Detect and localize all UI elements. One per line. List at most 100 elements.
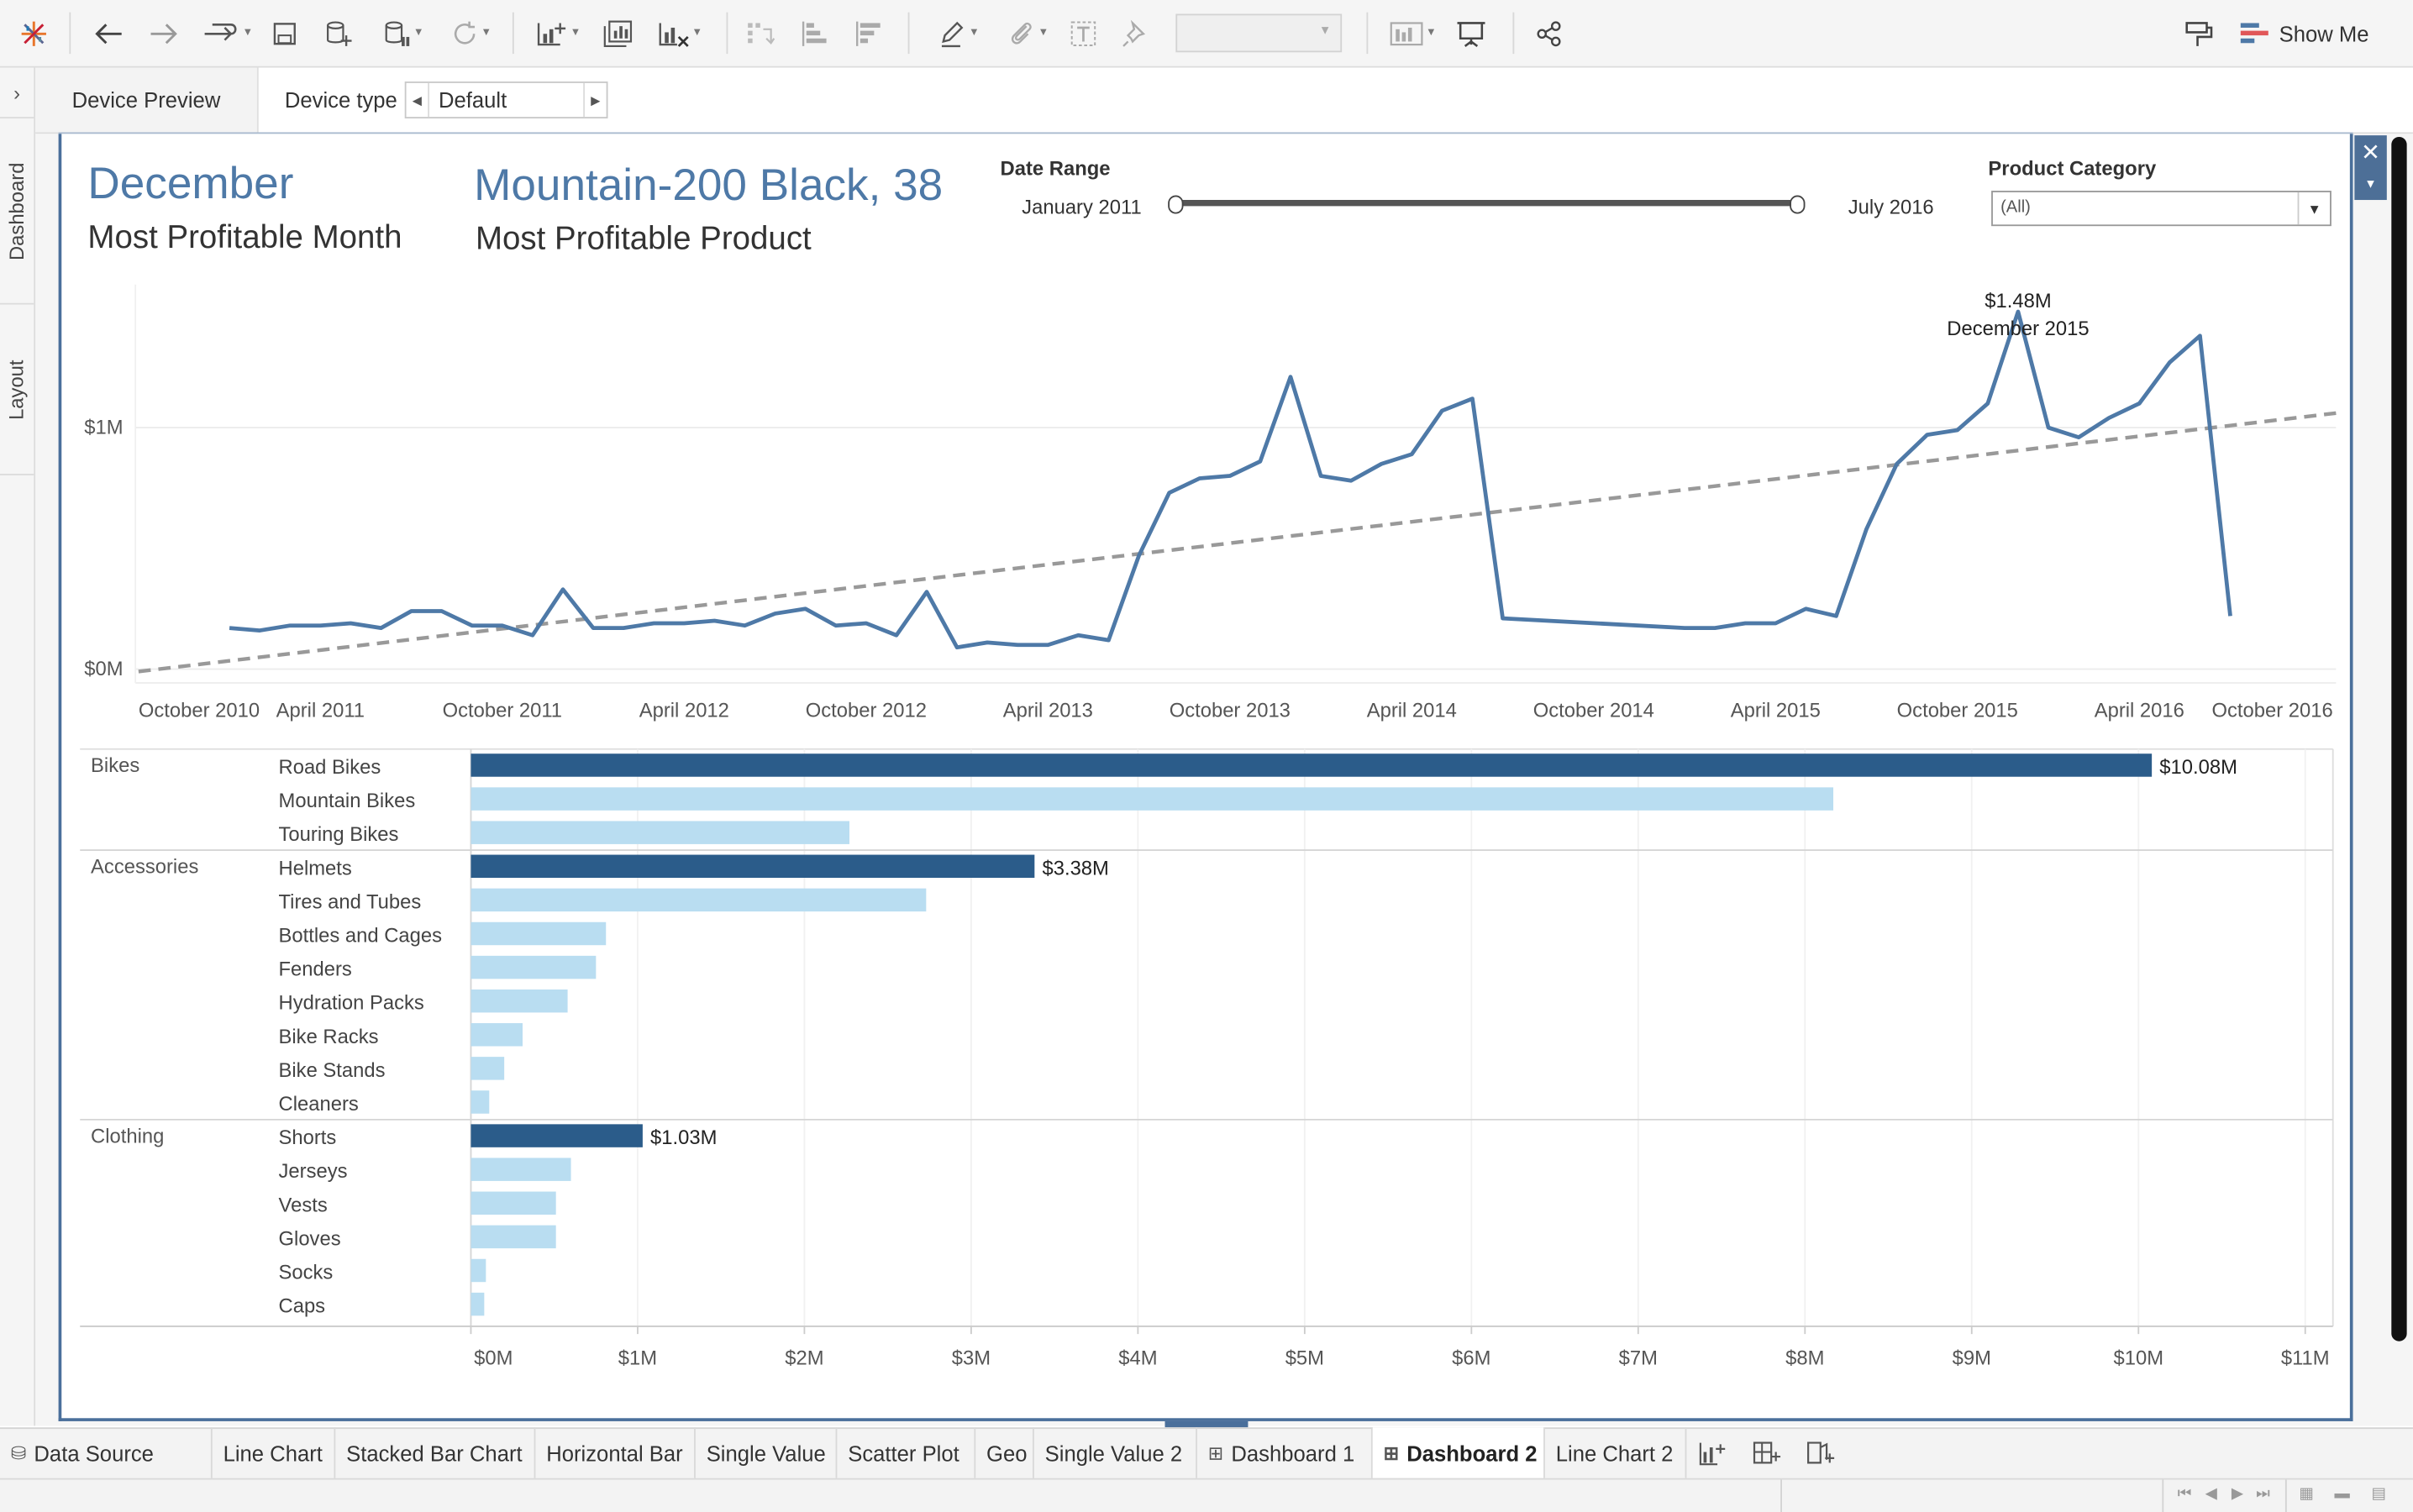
tab-label: Data Source	[34, 1440, 154, 1466]
duplicate-sheet-icon[interactable]	[600, 0, 637, 66]
subcategory-label: Bike Stands	[279, 1059, 386, 1082]
sort-descending-icon[interactable]	[851, 0, 888, 66]
x-tick-label: $6M	[1452, 1347, 1490, 1370]
show-cards-icon[interactable]: ▼	[1382, 0, 1443, 66]
clear-sheet-icon[interactable]: ▼	[649, 0, 711, 66]
profit-bar	[471, 753, 2153, 777]
profit-over-time-line-chart[interactable]: $0M $1M October 2010 April 2011 October 2011…	[61, 277, 2351, 738]
device-type-selector[interactable]: ◀ Default ▶	[404, 81, 608, 118]
new-data-source-icon[interactable]	[320, 0, 357, 66]
tab-dashboard-1[interactable]: ⊞ Dashboard 1	[1197, 1427, 1373, 1478]
previous-device-arrow-icon[interactable]: ◀	[407, 82, 430, 118]
x-tick-label: $1M	[618, 1347, 657, 1370]
profit-bar	[471, 1292, 485, 1316]
replay-icon[interactable]: ▼	[197, 0, 258, 66]
x-tick-label: $5M	[1285, 1347, 1324, 1370]
grid-view-icon[interactable]: ▦	[2299, 1486, 2313, 1503]
tab-line-chart[interactable]: Line Chart	[213, 1427, 336, 1478]
labels-icon[interactable]	[1065, 0, 1101, 66]
x-tick-label: October 2011	[443, 699, 562, 722]
x-tick-label: $7M	[1619, 1347, 1658, 1370]
next-device-arrow-icon[interactable]: ▶	[583, 82, 606, 118]
tableau-logo-icon[interactable]	[18, 0, 50, 66]
profit-bar	[471, 1090, 490, 1114]
tab-horizontal-bar[interactable]: Horizontal Bar	[535, 1427, 696, 1478]
date-range-slider[interactable]	[1174, 200, 1800, 207]
tab-single-value[interactable]: Single Value	[696, 1427, 838, 1478]
sort-ascending-icon[interactable]	[797, 0, 834, 66]
tab-label: Line Chart	[223, 1440, 323, 1466]
device-preview-button[interactable]: Device Preview	[35, 67, 259, 133]
x-tick-label: $8M	[1785, 1347, 1824, 1370]
profit-series-line	[229, 309, 2232, 650]
most-profitable-product-label: Most Profitable Product	[475, 221, 812, 257]
side-tab-dashboard[interactable]: Dashboard	[0, 118, 34, 305]
profit-bar	[471, 1191, 556, 1215]
date-range-end-handle[interactable]	[1790, 195, 1806, 214]
undo-icon[interactable]	[89, 0, 129, 66]
profit-bar	[471, 854, 1035, 879]
expand-panel-chevron-icon[interactable]: ›	[0, 68, 34, 118]
x-tick-label: October 2010	[139, 699, 260, 722]
swap-icon[interactable]	[742, 0, 779, 66]
save-icon[interactable]	[268, 0, 302, 66]
tab-single-value-2[interactable]: Single Value 2	[1034, 1427, 1197, 1478]
tab-geo[interactable]: Geo	[975, 1427, 1034, 1478]
date-range-start: January 2011	[1022, 195, 1142, 219]
subcategory-label: Helmets	[279, 857, 352, 879]
tab-label: Geo	[986, 1440, 1028, 1466]
x-tick-label: April 2013	[1003, 699, 1093, 722]
new-worksheet-icon[interactable]: ▼	[526, 0, 591, 66]
presentation-mode-icon[interactable]	[1453, 0, 1490, 66]
share-icon[interactable]	[1531, 0, 1568, 66]
x-tick-label: $2M	[785, 1347, 823, 1370]
date-range-start-handle[interactable]	[1168, 195, 1184, 214]
vertical-scrollbar[interactable]	[2391, 136, 2407, 1341]
x-tick-label: $3M	[952, 1347, 991, 1370]
device-type-value: Default	[439, 87, 507, 113]
tab-label: Dashboard 1	[1231, 1440, 1355, 1466]
x-tick-label: October 2013	[1170, 699, 1291, 722]
toolbar: ▼ ▼ ▼ ▼ ▼ ▼ ▼ ▼ ▼ Show Me	[0, 0, 2413, 68]
profit-bar	[471, 989, 568, 1013]
x-tick-label: April 2012	[639, 699, 729, 722]
y-tick-label: $0M	[84, 658, 123, 680]
side-tab-layout[interactable]: Layout	[0, 305, 34, 475]
selected-object-controls[interactable]: ✕ ▼	[2354, 135, 2387, 201]
tabs-view-icon[interactable]: ▤	[2371, 1486, 2385, 1503]
tab-data-source[interactable]: ⛁ Data Source	[0, 1427, 213, 1478]
tab-stacked-bar-chart[interactable]: Stacked Bar Chart	[335, 1427, 536, 1478]
pin-icon[interactable]	[2179, 0, 2220, 66]
bar-value-label: $3.38M	[1042, 857, 1108, 879]
previous-page-icon[interactable]: ◀	[2205, 1486, 2217, 1503]
subcategory-label: Cleaners	[279, 1093, 359, 1116]
new-worksheet-tab-icon[interactable]	[1693, 1427, 1733, 1478]
fit-dropdown[interactable]: ▼	[1175, 13, 1343, 53]
tab-line-chart-2[interactable]: Line Chart 2	[1545, 1427, 1687, 1478]
last-page-icon[interactable]: ⏭	[2256, 1486, 2269, 1503]
product-category-dropdown[interactable]: (All) ▼	[1991, 191, 2332, 227]
redo-icon[interactable]	[143, 0, 183, 66]
profit-bar	[471, 921, 607, 946]
more-options-dropdown-icon[interactable]: ▼	[2354, 168, 2386, 200]
show-me-button[interactable]: Show Me	[2240, 15, 2368, 52]
highlight-icon[interactable]: ▼	[928, 0, 989, 66]
group-icon[interactable]: ▼	[997, 0, 1059, 66]
refresh-icon[interactable]: ▼	[440, 0, 502, 66]
first-page-icon[interactable]: ⏮	[2178, 1486, 2191, 1503]
x-tick-label: April 2011	[276, 699, 365, 722]
new-story-tab-icon[interactable]	[1801, 1427, 1841, 1478]
filmstrip-view-icon[interactable]: ▬	[2335, 1486, 2350, 1503]
subcategory-label: Bottles and Cages	[279, 925, 443, 948]
x-tick-label: October 2012	[806, 699, 927, 722]
remove-from-dashboard-icon[interactable]: ✕	[2354, 135, 2386, 167]
profit-by-subcategory-bar-chart[interactable]: $0M $1M $2M $3M $4M $5M $6M $7M $8M $9M $10M $11M Bi…	[61, 738, 2351, 1377]
tab-scatter-plot[interactable]: Scatter Plot	[837, 1427, 976, 1478]
tab-dashboard-2[interactable]: ⊞ Dashboard 2	[1372, 1427, 1545, 1478]
subcategory-label: Jerseys	[279, 1160, 348, 1183]
fix-axes-icon[interactable]	[1117, 0, 1154, 66]
tab-label: Horizontal Bar	[546, 1440, 683, 1466]
new-dashboard-tab-icon[interactable]	[1747, 1427, 1787, 1478]
data-source-pause-icon[interactable]: ▼	[372, 0, 434, 66]
next-page-icon[interactable]: ▶	[2232, 1486, 2243, 1503]
